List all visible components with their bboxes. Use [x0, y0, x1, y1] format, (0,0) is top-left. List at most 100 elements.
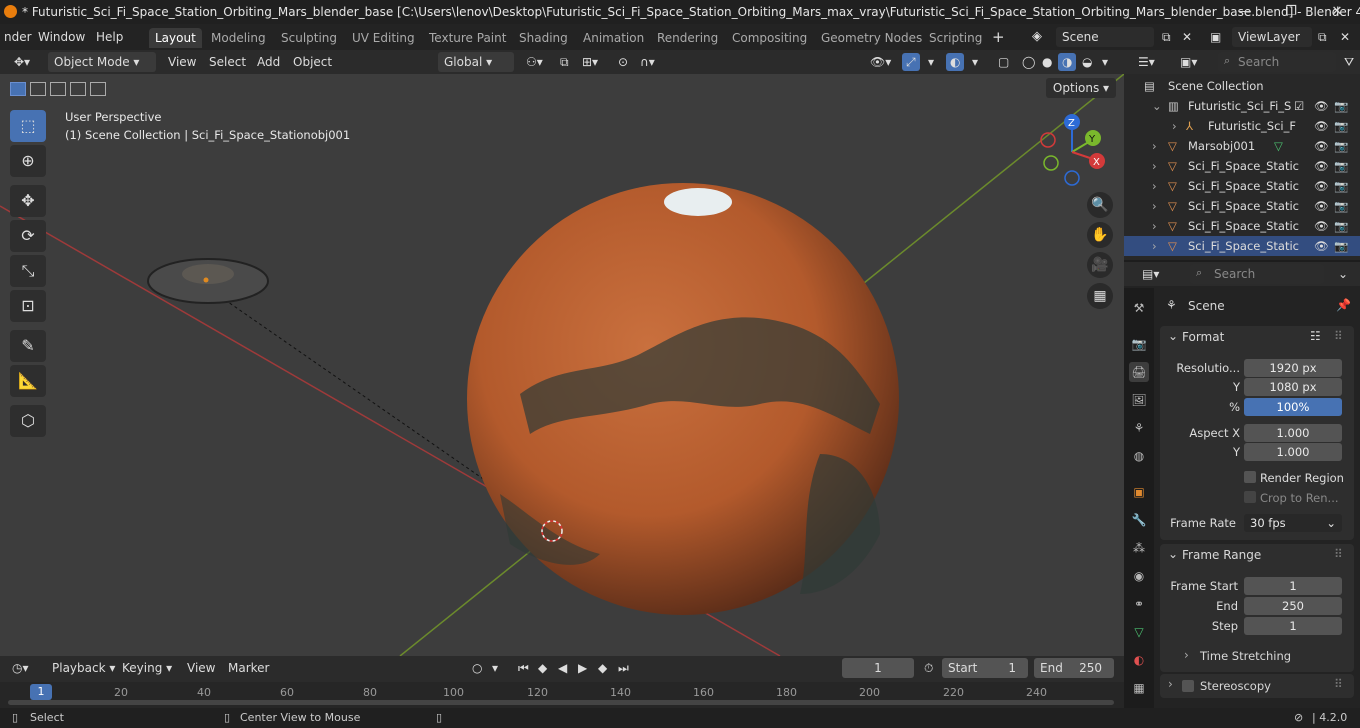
camera-icon[interactable]: 📷: [1334, 116, 1348, 136]
outliner-search-input[interactable]: Search: [1218, 52, 1336, 72]
drag-handle-icon[interactable]: ⠿: [1334, 329, 1343, 343]
wireframe-shading-icon[interactable]: ◯: [1018, 53, 1039, 71]
particles-tab-icon[interactable]: ⁂: [1129, 538, 1149, 558]
playback-menu[interactable]: Playback ▾: [48, 659, 119, 677]
eye-icon[interactable]: 👁: [1314, 176, 1329, 196]
outliner-item[interactable]: › ⅄ Futuristic_Sci_F 👁 📷: [1124, 116, 1360, 136]
proportional-edit-icon[interactable]: ⊙: [614, 53, 632, 71]
stopwatch-icon[interactable]: ⏱: [920, 659, 937, 677]
measure-tool[interactable]: 📐: [10, 365, 46, 397]
shading-dropdown-icon[interactable]: ▾: [1098, 53, 1112, 71]
rendered-shading-icon[interactable]: ◒: [1078, 53, 1096, 71]
auto-key-icon[interactable]: ○: [468, 659, 486, 677]
stereoscopy-checkbox[interactable]: [1182, 680, 1194, 692]
eye-icon[interactable]: 👁: [1314, 216, 1329, 236]
keying-menu[interactable]: Keying ▾: [118, 659, 176, 677]
checkbox-icon[interactable]: ☑: [1294, 96, 1304, 116]
tab-modeling[interactable]: Modeling: [205, 28, 272, 48]
pan-hand-icon[interactable]: ✋: [1087, 222, 1113, 248]
eye-icon[interactable]: 👁: [1314, 196, 1329, 216]
menu-select[interactable]: Select: [205, 53, 250, 71]
camera-icon[interactable]: 📷: [1334, 156, 1348, 176]
camera-icon[interactable]: 📷: [1334, 136, 1348, 156]
overlays-icon[interactable]: ◐: [946, 53, 965, 71]
options-dropdown[interactable]: Options ▾: [1046, 78, 1116, 98]
new-viewlayer-icon[interactable]: ⧉: [1314, 28, 1331, 46]
select-invert-icon[interactable]: [70, 82, 86, 96]
jump-start-icon[interactable]: ⏮: [514, 659, 533, 677]
resolution-x-field[interactable]: 1920 px: [1244, 359, 1342, 377]
frame-step-field[interactable]: 1: [1244, 617, 1342, 635]
object-mode-dropdown[interactable]: Object Mode ▾: [48, 52, 156, 72]
timeline-view-menu[interactable]: View: [183, 659, 219, 677]
editor-type-icon[interactable]: ✥▾: [10, 53, 34, 71]
solid-shading-icon[interactable]: ●: [1038, 53, 1056, 71]
select-intersect-icon[interactable]: [90, 82, 106, 96]
frame-rate-dropdown[interactable]: 30 fps ⌄: [1244, 514, 1342, 532]
properties-options-icon[interactable]: ⌄: [1334, 265, 1352, 283]
close-button[interactable]: ✕: [1314, 0, 1360, 24]
frame-end-field[interactable]: 250: [1244, 597, 1342, 615]
menu-view[interactable]: View: [164, 53, 200, 71]
outliner-root-row[interactable]: ▤ Scene Collection: [1124, 76, 1360, 96]
aspect-y-field[interactable]: 1.000: [1244, 443, 1342, 461]
modifier-tab-icon[interactable]: 🔧: [1129, 510, 1149, 530]
constraints-tab-icon[interactable]: ⚭: [1129, 594, 1149, 614]
add-cube-tool[interactable]: ⬡: [10, 405, 46, 437]
frame-start-field[interactable]: 1: [1244, 577, 1342, 595]
scene-tab-icon[interactable]: ⚘: [1129, 418, 1149, 438]
outliner-item[interactable]: › ▽ Marsobj001 ▽ 👁 📷: [1124, 136, 1360, 156]
scene-selector[interactable]: Scene: [1056, 27, 1154, 47]
camera-icon[interactable]: 📷: [1334, 216, 1348, 236]
tab-uv-editing[interactable]: UV Editing: [346, 28, 421, 48]
start-frame-field[interactable]: Start 1: [942, 658, 1028, 678]
render-region-checkbox[interactable]: [1244, 471, 1256, 483]
aspect-x-field[interactable]: 1.000: [1244, 424, 1342, 442]
gizmo-neg-z-ball[interactable]: [1064, 170, 1080, 186]
select-subtract-icon[interactable]: [50, 82, 66, 96]
scale-tool[interactable]: ⤡: [10, 255, 46, 287]
jump-end-icon[interactable]: ⏭: [614, 659, 633, 677]
falloff-icon[interactable]: ∩▾: [636, 53, 659, 71]
outliner-item[interactable]: › ▽ Sci_Fi_Space_Static 👁 📷: [1124, 156, 1360, 176]
pin-icon[interactable]: 📌: [1336, 298, 1351, 312]
camera-view-icon[interactable]: 🎥: [1087, 252, 1113, 278]
menu-file[interactable]: nder: [0, 28, 36, 46]
gizmo-dropdown-icon[interactable]: ▾: [924, 53, 938, 71]
next-keyframe-icon[interactable]: ◆: [594, 659, 611, 677]
menu-window[interactable]: Window: [34, 28, 89, 46]
delete-viewlayer-icon[interactable]: ✕: [1336, 28, 1354, 46]
filter-icon[interactable]: ⛛: [1340, 53, 1358, 71]
outliner-editor-type-icon[interactable]: ☰▾: [1134, 53, 1159, 71]
timeline-scrollbar[interactable]: [8, 700, 1114, 705]
new-scene-icon[interactable]: ⧉: [1158, 28, 1175, 46]
resolution-percent-slider[interactable]: 100%: [1244, 398, 1342, 416]
eye-icon[interactable]: 👁: [1314, 136, 1329, 156]
eye-icon[interactable]: 👁: [1314, 116, 1329, 136]
keyframe-type-icon[interactable]: ▾: [488, 659, 502, 677]
outliner-item[interactable]: › ▽ Sci_Fi_Space_Static 👁 📷: [1124, 216, 1360, 236]
3d-viewport[interactable]: Z Y X User Perspective (1) Scene Collect…: [0, 74, 1124, 656]
render-tab-icon[interactable]: 📷: [1129, 334, 1149, 354]
tab-texture-paint[interactable]: Texture Paint: [423, 28, 512, 48]
gizmo-toggle-icon[interactable]: ⤢: [902, 53, 920, 71]
frame-range-header[interactable]: ⌄ Frame Range ⠿: [1160, 544, 1354, 566]
transform-orientation-dropdown[interactable]: Global ▾: [438, 52, 514, 72]
tab-compositing[interactable]: Compositing: [726, 28, 813, 48]
timeline-editor-type-icon[interactable]: ◷▾: [8, 659, 33, 677]
playhead[interactable]: 1: [30, 684, 52, 700]
tab-animation[interactable]: Animation: [577, 28, 650, 48]
visibility-icon[interactable]: 👁▾: [866, 53, 895, 71]
move-tool[interactable]: ✥: [10, 185, 46, 217]
display-mode-icon[interactable]: ▣▾: [1176, 53, 1201, 71]
properties-editor-type-icon[interactable]: ▤▾: [1138, 265, 1163, 283]
annotate-tool[interactable]: ✎: [10, 330, 46, 362]
output-tab-icon[interactable]: 🖨: [1129, 362, 1149, 382]
tab-layout[interactable]: Layout: [149, 28, 202, 48]
camera-icon[interactable]: 📷: [1334, 176, 1348, 196]
outliner-item[interactable]: ⌄ ▥ Futuristic_Sci_Fi_S ☑ 👁 📷: [1124, 96, 1360, 116]
outliner-item[interactable]: › ▽ Sci_Fi_Space_Static 👁 📷: [1124, 196, 1360, 216]
camera-icon[interactable]: 📷: [1334, 236, 1348, 256]
pivot-icon[interactable]: ⚇▾: [522, 53, 547, 71]
tab-geometry-nodes[interactable]: Geometry Nodes: [815, 28, 928, 48]
